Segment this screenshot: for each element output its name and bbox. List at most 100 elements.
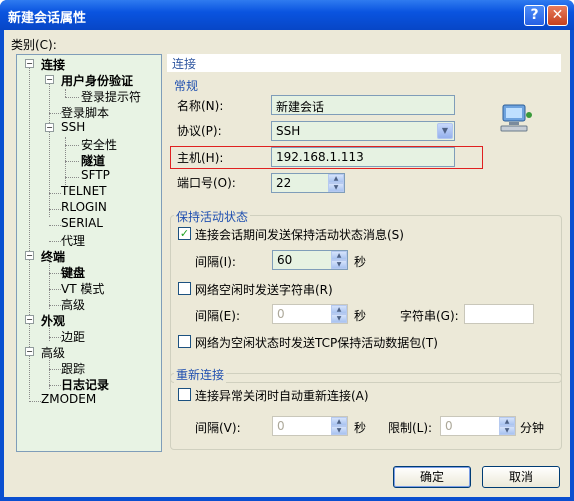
send-string-label: 网络空闲时发送字符串(R): [195, 283, 333, 297]
tree-line: [49, 273, 61, 274]
tcp-keepalive-label: 网络为空闲状态时发送TCP保持活动数据包(T): [195, 336, 438, 350]
tree-line: [65, 161, 79, 162]
port-label: 端口号(O):: [177, 176, 236, 190]
tree-item-log[interactable]: 日志记录: [61, 376, 109, 393]
tree-item-terminal[interactable]: 终端: [41, 248, 65, 265]
string-interval-field[interactable]: 0 ▲ ▼: [272, 304, 348, 324]
help-button[interactable]: ?: [524, 5, 545, 26]
category-label: 类别(C):: [11, 38, 57, 52]
auto-reconnect-checkbox[interactable]: [178, 388, 191, 401]
port-field[interactable]: 22 ▲ ▼: [271, 173, 345, 193]
tree-line: [65, 177, 79, 178]
tree-line: [49, 81, 50, 217]
tree-item-serial[interactable]: SERIAL: [61, 216, 103, 230]
string-interval-value: 0: [277, 307, 285, 321]
send-keepalive-label: 连接会话期间发送保持活动状态消息(S): [195, 228, 404, 242]
reconnect-group: [170, 373, 562, 450]
tree-line: [65, 145, 79, 146]
tree-line: [65, 89, 66, 97]
tree-line: [49, 369, 61, 370]
down-icon[interactable]: ▼: [328, 183, 344, 192]
tree-item-vt-mode[interactable]: VT 模式: [61, 280, 104, 297]
network-computer-icon: [499, 103, 533, 133]
tree-item-ssh[interactable]: SSH: [61, 120, 85, 134]
tree-line: [49, 209, 61, 210]
ok-button[interactable]: 确定: [393, 466, 471, 488]
protocol-value: SSH: [276, 124, 301, 138]
tree-item-zmodem[interactable]: ZMODEM: [41, 392, 96, 406]
protocol-select[interactable]: SSH ▼: [271, 121, 455, 141]
up-icon[interactable]: ▲: [331, 251, 347, 260]
keepalive-interval-field[interactable]: 60 ▲ ▼: [272, 250, 348, 270]
tree-line: [49, 225, 61, 226]
keepalive-interval-label: 间隔(I):: [195, 255, 236, 269]
reconnect-interval-value: 0: [277, 419, 285, 433]
tree-item-rlogin[interactable]: RLOGIN: [61, 200, 107, 214]
tree-item-login-script[interactable]: 登录脚本: [61, 104, 109, 121]
string-interval-spinner[interactable]: ▲ ▼: [331, 305, 347, 323]
interval-spinner[interactable]: ▲ ▼: [331, 251, 347, 269]
down-icon[interactable]: ▼: [331, 260, 347, 269]
send-keepalive-checkbox[interactable]: ✓: [178, 227, 191, 240]
tree-item-login-prompt[interactable]: 登录提示符: [81, 88, 141, 105]
tree-item-connection[interactable]: 连接: [41, 56, 65, 73]
up-icon[interactable]: ▲: [499, 417, 515, 426]
cancel-button[interactable]: 取消: [482, 466, 560, 488]
tree-item-appearance[interactable]: 外观: [41, 312, 65, 329]
tree-line: [29, 401, 41, 402]
limit-field[interactable]: 0 ▲ ▼: [440, 416, 516, 436]
reconnect-interval-spinner[interactable]: ▲ ▼: [331, 417, 347, 435]
close-button[interactable]: ✕: [547, 5, 568, 26]
tcp-keepalive-checkbox[interactable]: [178, 335, 191, 348]
tree-item-keyboard[interactable]: 键盘: [61, 264, 85, 281]
collapse-icon[interactable]: −: [25, 347, 34, 356]
tree-item-telnet[interactable]: TELNET: [61, 184, 107, 198]
down-icon[interactable]: ▼: [331, 314, 347, 323]
tree-item-sftp[interactable]: SFTP: [81, 168, 110, 182]
seconds-label: 秒: [354, 309, 367, 323]
tree-item-tunnel[interactable]: 隧道: [81, 152, 105, 169]
host-label: 主机(H):: [177, 151, 224, 165]
down-icon[interactable]: ▼: [499, 426, 515, 435]
seconds-label: 秒: [354, 421, 367, 435]
tree-item-security[interactable]: 安全性: [81, 136, 117, 153]
collapse-icon[interactable]: −: [45, 75, 54, 84]
general-group-title: 常规: [174, 79, 199, 93]
tree-item-proxy[interactable]: 代理: [61, 232, 85, 249]
string-field[interactable]: [464, 304, 534, 324]
dialog-body: 类别(C): − 连接 − 用户身份验证 登录提示符 登录脚本 − SSH 安全…: [4, 30, 570, 497]
keepalive-interval-value: 60: [277, 253, 293, 267]
category-tree[interactable]: − 连接 − 用户身份验证 登录提示符 登录脚本 − SSH 安全性 隧道 SF…: [16, 54, 162, 452]
tree-item-trace[interactable]: 跟踪: [61, 360, 85, 377]
chevron-down-icon[interactable]: ▼: [437, 123, 453, 139]
host-field[interactable]: 192.168.1.113: [271, 147, 455, 167]
tree-line: [49, 241, 61, 242]
collapse-icon[interactable]: −: [25, 251, 34, 260]
reconnect-interval-field[interactable]: 0 ▲ ▼: [272, 416, 348, 436]
string-interval-label: 间隔(E):: [195, 309, 240, 323]
tree-item-terminal-advanced[interactable]: 高级: [61, 296, 85, 313]
collapse-icon[interactable]: −: [25, 315, 34, 324]
minutes-label: 分钟: [520, 421, 545, 435]
tree-line: [65, 97, 79, 98]
down-icon[interactable]: ▼: [331, 426, 347, 435]
tree-item-margin[interactable]: 边距: [61, 328, 85, 345]
reconnect-group-title: 重新连接: [174, 366, 227, 383]
title-bar: 新建会话属性 ? ✕: [0, 0, 574, 30]
up-icon[interactable]: ▲: [331, 305, 347, 314]
tree-item-auth[interactable]: 用户身份验证: [61, 72, 133, 89]
tree-item-advanced[interactable]: 高级: [41, 344, 65, 361]
send-string-checkbox[interactable]: [178, 282, 191, 295]
dialog-window: 新建会话属性 ? ✕ 类别(C): − 连接 − 用户身份验证 登录提示符 登录…: [0, 0, 574, 501]
collapse-icon[interactable]: −: [45, 123, 54, 132]
port-spinner[interactable]: ▲ ▼: [328, 174, 344, 192]
up-icon[interactable]: ▲: [328, 174, 344, 183]
panel-title: 连接: [167, 54, 561, 72]
port-value: 22: [276, 176, 292, 190]
tree-line: [49, 193, 61, 194]
name-label: 名称(N):: [177, 99, 224, 113]
limit-spinner[interactable]: ▲ ▼: [499, 417, 515, 435]
name-field[interactable]: 新建会话: [271, 95, 455, 115]
collapse-icon[interactable]: −: [25, 59, 34, 68]
up-icon[interactable]: ▲: [331, 417, 347, 426]
